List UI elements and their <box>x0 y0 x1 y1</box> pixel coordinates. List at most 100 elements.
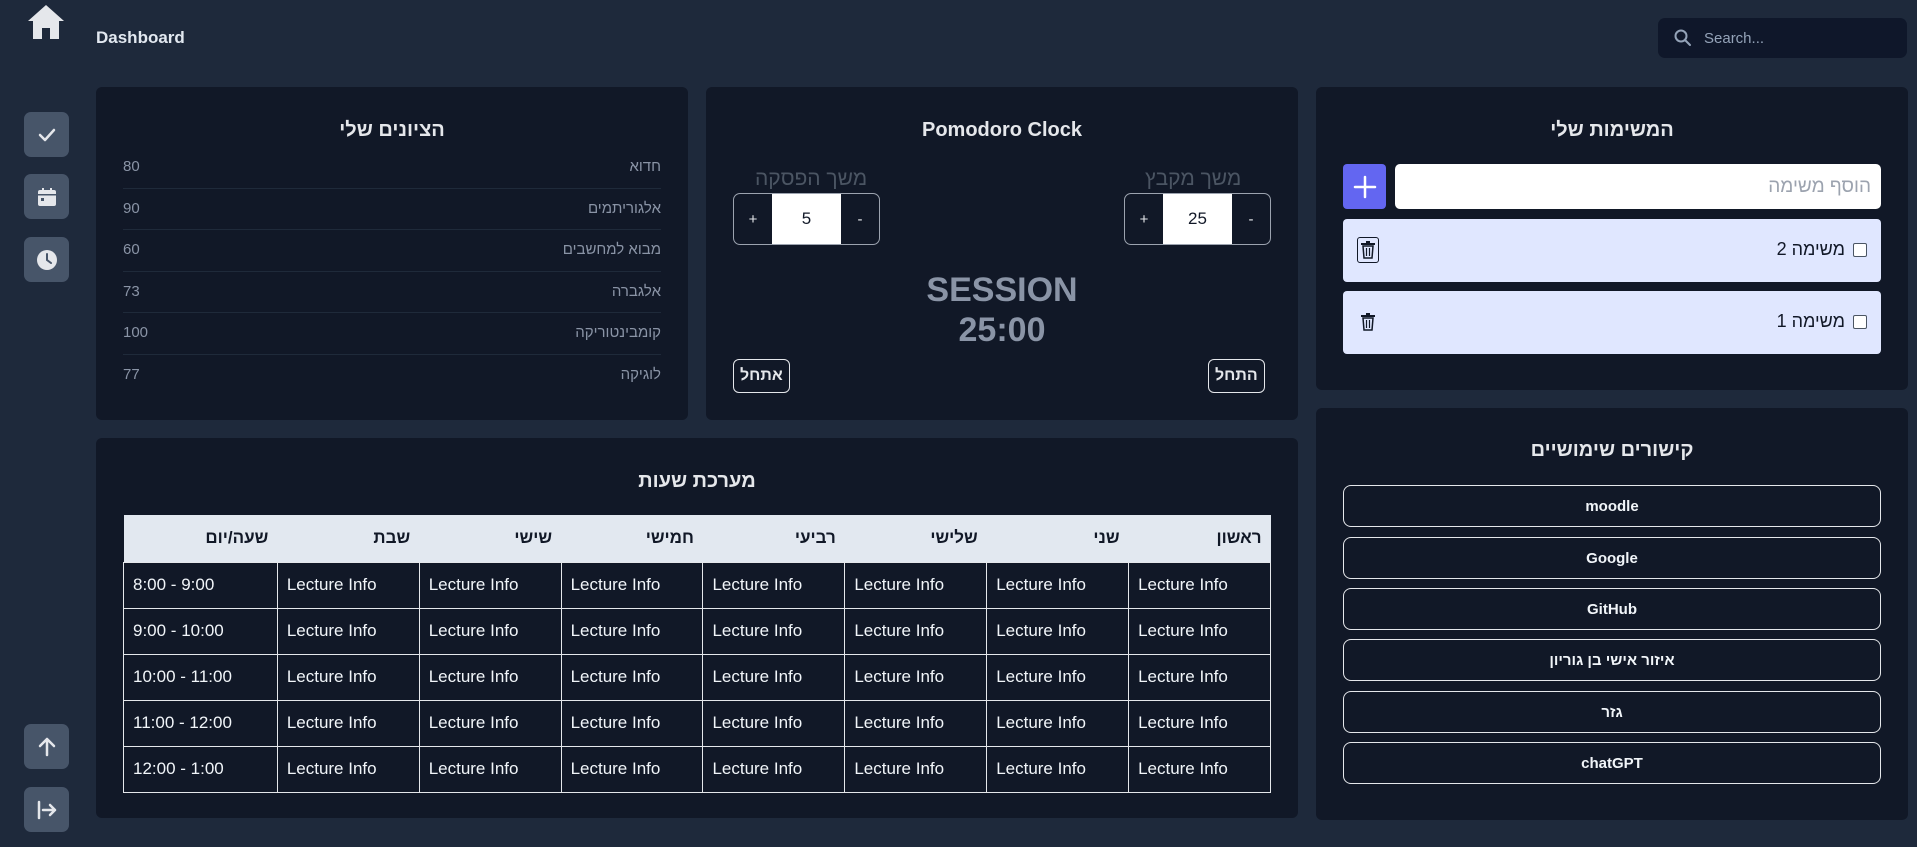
schedule-title: מערכת שעות <box>638 470 756 492</box>
tasks-title: המשימות שלי <box>1550 119 1674 141</box>
lecture-cell: Lecture Info <box>276 699 420 747</box>
lecture-cell: Lecture Info <box>844 745 988 793</box>
task-checkbox[interactable] <box>1853 242 1867 257</box>
schedule-header: חמישי <box>561 515 703 562</box>
grade-row: 100 קומבינטוריקה <box>123 313 661 355</box>
course-name: אלגברה <box>611 282 661 300</box>
lecture-cell: Lecture Info <box>702 607 846 655</box>
lecture-cell: Lecture Info <box>986 607 1130 655</box>
lecture-cell: Lecture Info <box>276 607 420 655</box>
lecture-cell: Lecture Info <box>1128 699 1271 747</box>
task-item: משימה 2 <box>1343 219 1881 282</box>
schedule-header: שבת <box>277 515 420 562</box>
scroll-top-button[interactable] <box>24 724 69 769</box>
grade-row: 90 אלגוריתמים <box>123 189 661 231</box>
task-label-wrapper: משימה 1 <box>1777 311 1867 332</box>
add-task-button[interactable] <box>1343 164 1386 209</box>
clock-icon <box>36 249 57 270</box>
grade-value: 77 <box>123 365 140 383</box>
link-button-chatgpt[interactable]: chatGPT <box>1343 742 1881 784</box>
lecture-cell: Lecture Info <box>844 699 988 747</box>
schedule-header: שני <box>986 515 1129 562</box>
course-name: קומבינטוריקה <box>575 324 661 342</box>
lecture-cell: Lecture Info <box>560 745 704 793</box>
link-button-google[interactable]: Google <box>1343 537 1881 579</box>
search-input[interactable] <box>1704 29 1884 47</box>
time-slot-cell: 12:00 - 1:00 <box>123 745 278 793</box>
check-icon <box>38 128 55 141</box>
lecture-cell: Lecture Info <box>418 607 562 655</box>
link-button-moodle[interactable]: moodle <box>1343 485 1881 527</box>
schedule-row: 12:00 - 1:00 Lecture Info Lecture Info Lect… <box>123 745 1271 793</box>
arrow-up-icon <box>38 737 55 756</box>
page-title: Dashboard <box>96 28 185 47</box>
schedule-header: שלישי <box>844 515 987 562</box>
trash-icon[interactable] <box>1357 237 1379 263</box>
break-length-label: משך הפסקה <box>755 167 868 190</box>
schedule-row: 11:00 - 12:00 Lecture Info Lecture Info Lec… <box>123 699 1271 747</box>
calendar-icon <box>37 187 56 206</box>
course-name: לוגיקה <box>620 365 661 383</box>
schedule-row: 9:00 - 10:00 Lecture Info Lecture Info Lect… <box>123 607 1271 655</box>
schedule-table: שעה/יום שבת שישי חמישי רביעי שלישי שני ר… <box>123 515 1271 793</box>
timer-state: SESSION <box>926 271 1078 309</box>
search-icon <box>1674 29 1691 46</box>
lecture-cell: Lecture Info <box>1128 653 1271 701</box>
break-increment-button[interactable]: + <box>734 194 772 244</box>
search-box[interactable] <box>1658 18 1907 58</box>
link-button-bgu-personal[interactable]: איזור אישי בן גוריון <box>1343 639 1881 681</box>
logout-button[interactable] <box>24 787 69 832</box>
task-checkbox[interactable] <box>1853 314 1867 329</box>
course-name: אלגוריתמים <box>587 199 661 217</box>
lecture-cell: Lecture Info <box>418 653 562 701</box>
timer-display: SESSION 25:00 <box>706 270 1298 350</box>
grade-row: 80 חדוא <box>123 147 661 189</box>
break-value: 5 <box>772 194 841 244</box>
session-value: 25 <box>1163 194 1232 244</box>
link-button-gezer[interactable]: גזר <box>1343 691 1881 733</box>
links-card: קישורים שימושיים moodle Google GitHub אי… <box>1316 408 1908 820</box>
course-name: חדוא <box>629 158 661 175</box>
grade-row: 77 לוגיקה <box>123 355 661 397</box>
lecture-cell: Lecture Info <box>702 699 846 747</box>
session-decrement-button[interactable]: - <box>1232 194 1270 244</box>
lecture-cell: Lecture Info <box>276 745 420 793</box>
task-label-wrapper: משימה 2 <box>1777 239 1867 260</box>
grade-value: 80 <box>123 158 140 175</box>
tasks-nav-button[interactable] <box>24 112 69 157</box>
lecture-cell: Lecture Info <box>844 653 988 701</box>
time-slot-cell: 9:00 - 10:00 <box>123 607 278 655</box>
logout-icon <box>37 800 56 819</box>
start-button[interactable]: התחל <box>1208 359 1265 393</box>
link-button-github[interactable]: GitHub <box>1343 588 1881 630</box>
lecture-cell: Lecture Info <box>702 653 846 701</box>
lecture-cell: Lecture Info <box>560 607 704 655</box>
home-icon[interactable] <box>26 2 66 42</box>
session-increment-button[interactable]: + <box>1125 194 1163 244</box>
trash-icon[interactable] <box>1357 309 1379 335</box>
grade-value: 100 <box>123 324 149 342</box>
schedule-row: 10:00 - 11:00 Lecture Info Lecture Info Lec… <box>123 653 1271 701</box>
session-stepper: + 25 - <box>1124 193 1271 245</box>
calendar-nav-button[interactable] <box>24 174 69 219</box>
time-slot-cell: 10:00 - 11:00 <box>123 653 278 701</box>
lecture-cell: Lecture Info <box>560 653 704 701</box>
grade-row: 60 מבוא למחשבים <box>123 230 661 272</box>
lecture-cell: Lecture Info <box>560 699 704 747</box>
grades-list: 80 חדוא 90 אלגוריתמים 60 מבוא למחשבים 73 אלג… <box>123 147 661 397</box>
lecture-cell: Lecture Info <box>844 561 988 609</box>
lecture-cell: Lecture Info <box>276 561 420 609</box>
links-title: קישורים שימושיים <box>1530 439 1694 461</box>
lecture-cell: Lecture Info <box>986 653 1130 701</box>
plus-icon <box>1353 175 1376 198</box>
clock-nav-button[interactable] <box>24 237 69 282</box>
break-decrement-button[interactable]: - <box>841 194 879 244</box>
lecture-cell: Lecture Info <box>1128 561 1271 609</box>
lecture-cell: Lecture Info <box>418 699 562 747</box>
time-slot-cell: 11:00 - 12:00 <box>123 699 278 747</box>
lecture-cell: Lecture Info <box>276 653 420 701</box>
task-input[interactable] <box>1395 164 1881 209</box>
reset-button[interactable]: אתחל <box>733 359 790 393</box>
lecture-cell: Lecture Info <box>702 561 846 609</box>
schedule-card: מערכת שעות שעה/יום שבת שישי חמישי רביעי … <box>96 438 1298 818</box>
